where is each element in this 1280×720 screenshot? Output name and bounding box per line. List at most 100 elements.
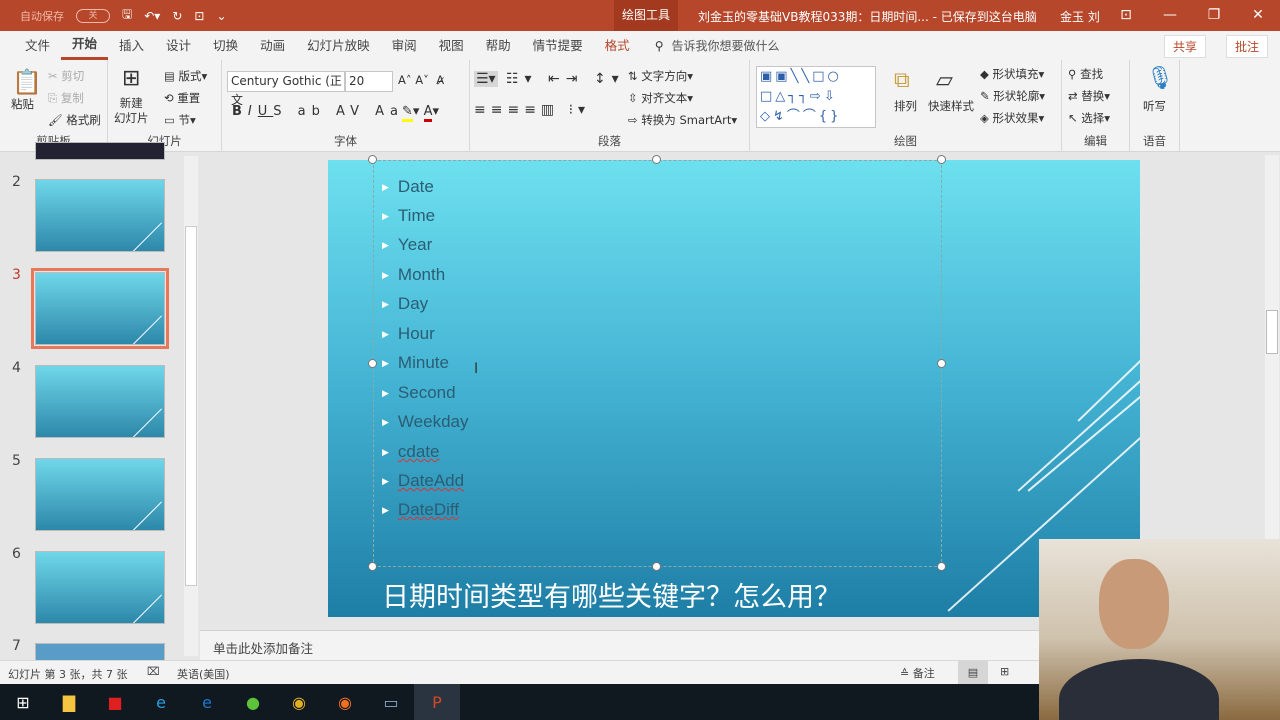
bullet-text[interactable]: Time xyxy=(398,206,435,226)
slide-thumbnail-6[interactable] xyxy=(35,551,165,624)
bullet-text[interactable]: Hour xyxy=(398,324,435,344)
normal-view-icon[interactable]: ▤ xyxy=(958,661,988,684)
scrollbar-thumb[interactable] xyxy=(185,226,197,586)
slide-thumbnail-5[interactable] xyxy=(35,458,165,531)
tab-slideshow[interactable]: 幻灯片放映 xyxy=(296,31,381,60)
slide-thumbnail-3[interactable] xyxy=(31,268,169,349)
thumbnail-scrollbar[interactable] xyxy=(184,156,198,656)
browser-360-icon[interactable]: ● xyxy=(230,684,276,720)
powerpoint-icon[interactable]: P xyxy=(414,684,460,720)
tab-animations[interactable]: 动画 xyxy=(249,31,296,60)
resize-handle[interactable] xyxy=(937,155,946,164)
slide-sorter-icon[interactable]: ⊞ xyxy=(1000,665,1009,678)
share-button[interactable]: 共享 xyxy=(1163,35,1206,58)
ie-icon[interactable]: e xyxy=(138,684,184,720)
bullet-text[interactable]: DateAdd xyxy=(398,471,464,491)
align-icons[interactable]: ≡≡≡≡▥ ⁝▾ xyxy=(474,102,590,118)
notes-pane[interactable]: 单击此处添加备注 xyxy=(200,630,1040,660)
align-text-button[interactable]: ⇳ 对齐文本▾ xyxy=(628,90,693,106)
arrange-button[interactable]: 排列 xyxy=(894,98,917,114)
chrome-icon[interactable]: ◉ xyxy=(276,684,322,720)
shape-fill-button[interactable]: ◆ 形状填充▾ xyxy=(980,66,1044,82)
resize-handle[interactable] xyxy=(368,562,377,571)
shapes-gallery[interactable]: ▣▣╲╲□○ □△┐┐⇨⇩ ◇↯⌒⌒{} xyxy=(756,66,876,128)
comments-button[interactable]: 批注 xyxy=(1225,35,1268,58)
quick-styles-button[interactable]: 快速样式 xyxy=(928,98,974,114)
undo-icon[interactable]: ↶▾ xyxy=(144,9,160,23)
tab-view[interactable]: 视图 xyxy=(428,31,475,60)
bullet-text[interactable]: Year xyxy=(398,235,432,255)
resize-handle[interactable] xyxy=(368,359,377,368)
edge-icon[interactable]: e xyxy=(184,684,230,720)
customize-qat-icon[interactable]: ⌄ xyxy=(216,9,226,23)
copy-button[interactable]: ⎘ 复制 xyxy=(48,90,84,106)
dictate-button[interactable]: 听写 xyxy=(1143,98,1166,114)
new-slide-button[interactable]: 新建 幻灯片 xyxy=(114,96,149,126)
language-indicator[interactable]: 英语(美国) xyxy=(177,666,230,682)
firefox-icon[interactable]: ◉ xyxy=(322,684,368,720)
shape-outline-button[interactable]: ✎ 形状轮廓▾ xyxy=(980,88,1045,104)
bullet-text[interactable]: Month xyxy=(398,265,445,285)
tab-design[interactable]: 设计 xyxy=(155,31,202,60)
format-painter-button[interactable]: 🖌 格式刷 xyxy=(48,112,101,128)
bullet-text[interactable]: Date xyxy=(398,177,434,197)
remote-desktop-icon[interactable]: ▭ xyxy=(368,684,414,720)
autosave-toggle[interactable]: 关 xyxy=(76,8,110,23)
font-name-select[interactable]: Century Gothic (正文 xyxy=(227,71,345,107)
reset-button[interactable]: ⟲ 重置 xyxy=(164,90,200,106)
file-explorer-icon[interactable]: ▇ xyxy=(46,684,92,720)
redo-icon[interactable]: ↻ xyxy=(172,9,182,23)
restore-icon[interactable]: ❐ xyxy=(1192,0,1236,31)
find-button[interactable]: ⚲ 查找 xyxy=(1068,66,1103,82)
start-icon[interactable]: ⊞ xyxy=(0,684,46,720)
tab-insert[interactable]: 插入 xyxy=(108,31,155,60)
layout-button[interactable]: ▤ 版式▾ xyxy=(164,68,207,84)
list-indent-icons[interactable]: ☷▾ ⇤⇥ ↕▾ xyxy=(506,71,625,87)
replace-button[interactable]: ⇄ 替换▾ xyxy=(1068,88,1110,104)
tab-help[interactable]: 帮助 xyxy=(475,31,522,60)
slide-title[interactable]: 日期时间类型有哪些关键字？怎么用？ xyxy=(382,575,841,614)
resize-handle[interactable] xyxy=(937,359,946,368)
youdao-icon[interactable]: ■ xyxy=(92,684,138,720)
resize-handle[interactable] xyxy=(652,155,661,164)
ribbon-display-icon[interactable]: ⊡ xyxy=(1104,0,1148,31)
paste-button[interactable]: 粘贴 xyxy=(11,96,34,112)
bullets-icon[interactable]: ☰▾ xyxy=(474,71,498,87)
select-button[interactable]: ↖ 选择▾ xyxy=(1068,110,1110,126)
font-format-buttons[interactable]: BIUS ab AV Aa xyxy=(232,104,404,119)
present-icon[interactable]: ⊡ xyxy=(194,9,204,23)
font-grow-shrink-icon[interactable]: A˄ A˅ A̷ xyxy=(398,73,444,87)
bullet-text[interactable]: cdate xyxy=(398,442,440,462)
notes-toggle[interactable]: ≙ 备注 xyxy=(900,665,935,681)
smartart-button[interactable]: ⇨ 转换为 SmartArt▾ xyxy=(628,112,737,128)
tab-transitions[interactable]: 切换 xyxy=(202,31,249,60)
slide-thumbnail-4[interactable] xyxy=(35,365,165,438)
bullet-text[interactable]: DateDiff xyxy=(398,500,459,520)
slide-thumbnail-2[interactable] xyxy=(35,179,165,252)
shape-effects-button[interactable]: ◈ 形状效果▾ xyxy=(980,110,1044,126)
user-name[interactable]: 金玉 刘 xyxy=(1060,8,1100,25)
tab-review[interactable]: 审阅 xyxy=(381,31,428,60)
resize-handle[interactable] xyxy=(368,155,377,164)
slide-thumbnail-1[interactable] xyxy=(35,142,165,160)
resize-handle[interactable] xyxy=(937,562,946,571)
bullet-text[interactable]: Weekday xyxy=(398,412,469,432)
font-size-select[interactable]: 20 xyxy=(345,71,393,92)
close-icon[interactable]: ✕ xyxy=(1236,0,1280,31)
spell-check-icon[interactable]: ⌧ xyxy=(147,665,160,678)
section-button[interactable]: ▭ 节▾ xyxy=(164,112,196,128)
tab-home[interactable]: 开始 xyxy=(61,31,109,60)
text-direction-button[interactable]: ⇅ 文字方向▾ xyxy=(628,68,693,84)
resize-handle[interactable] xyxy=(652,562,661,571)
bullet-text[interactable]: Day xyxy=(398,294,428,314)
cut-button[interactable]: ✂ 剪切 xyxy=(48,68,84,84)
bullet-text[interactable]: Second xyxy=(398,383,456,403)
scrollbar-thumb[interactable] xyxy=(1266,310,1278,354)
tell-me-input[interactable]: 告诉我你想要做什么 xyxy=(671,37,779,54)
tab-file[interactable]: 文件 xyxy=(14,31,61,60)
tab-storyboard[interactable]: 情节提要 xyxy=(522,31,594,60)
tab-format[interactable]: 格式 xyxy=(594,31,641,60)
highlight-color-icon[interactable]: ✎▾ A▾ xyxy=(402,104,439,122)
bullet-text[interactable]: Minute xyxy=(398,353,449,373)
minimize-icon[interactable]: — xyxy=(1148,0,1192,31)
